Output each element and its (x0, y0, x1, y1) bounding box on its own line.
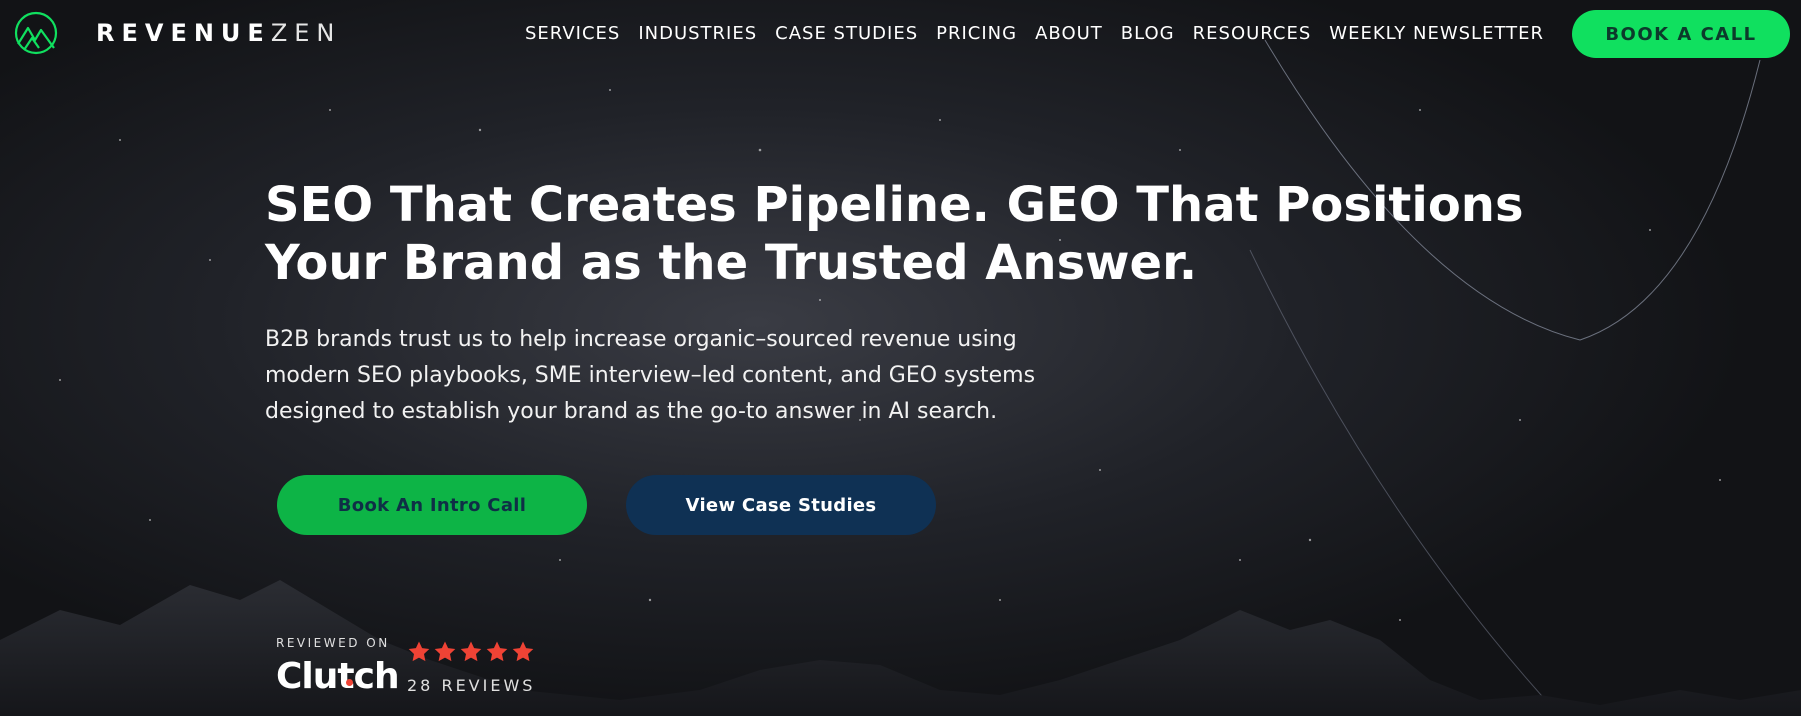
clutch-logo: Clutch (276, 656, 400, 697)
brand-name-bold: REVENUE (96, 19, 271, 47)
star-rating (407, 640, 535, 664)
clutch-logo-dot (346, 679, 353, 686)
reviewed-on-label: REVIEWED ON (276, 636, 390, 650)
nav-item-about[interactable]: ABOUT (1026, 22, 1112, 46)
hero-title: SEO That Creates Pipeline. GEO That Posi… (265, 176, 1565, 292)
hero-subtitle-line-3: designed to establish your brand as the … (265, 399, 998, 424)
review-count: 28 REVIEWS (407, 676, 536, 695)
nav-item-case-studies[interactable]: CASE STUDIES (766, 22, 927, 46)
book-intro-call-button[interactable]: Book An Intro Call (277, 475, 587, 535)
nav-item-resources[interactable]: RESOURCES (1184, 22, 1321, 46)
hero-title-line-2: Your Brand as the Trusted Answer. (265, 235, 1198, 291)
book-a-call-button[interactable]: BOOK A CALL (1572, 10, 1790, 58)
nav-item-blog[interactable]: BLOG (1112, 22, 1184, 46)
brand-logo[interactable]: REVENUEZEN (12, 10, 341, 56)
star-icon (460, 641, 482, 662)
star-icon (486, 641, 508, 662)
nav-item-weekly-newsletter[interactable]: WEEKLY NEWSLETTER (1320, 22, 1553, 46)
star-icon (434, 641, 456, 662)
hero-subtitle-line-1: B2B brands trust us to help increase org… (265, 327, 1017, 352)
hero-subtitle-line-2: modern SEO playbooks, SME interview–led … (265, 363, 1036, 388)
star-icon (512, 641, 534, 662)
brand-name-light: ZEN (270, 19, 342, 47)
hero-subtitle: B2B brands trust us to help increase org… (265, 322, 1125, 430)
main-nav: SERVICES INDUSTRIES CASE STUDIES PRICING… (516, 22, 1553, 46)
star-icon (408, 641, 430, 662)
brand-wordmark: REVENUEZEN (96, 19, 341, 47)
nav-item-pricing[interactable]: PRICING (927, 22, 1026, 46)
mountain-circle-logo-icon (14, 11, 58, 55)
nav-item-industries[interactable]: INDUSTRIES (629, 22, 766, 46)
hero-title-line-1: SEO That Creates Pipeline. GEO That Posi… (265, 177, 1524, 233)
nav-item-services[interactable]: SERVICES (516, 22, 629, 46)
view-case-studies-button[interactable]: View Case Studies (626, 475, 936, 535)
